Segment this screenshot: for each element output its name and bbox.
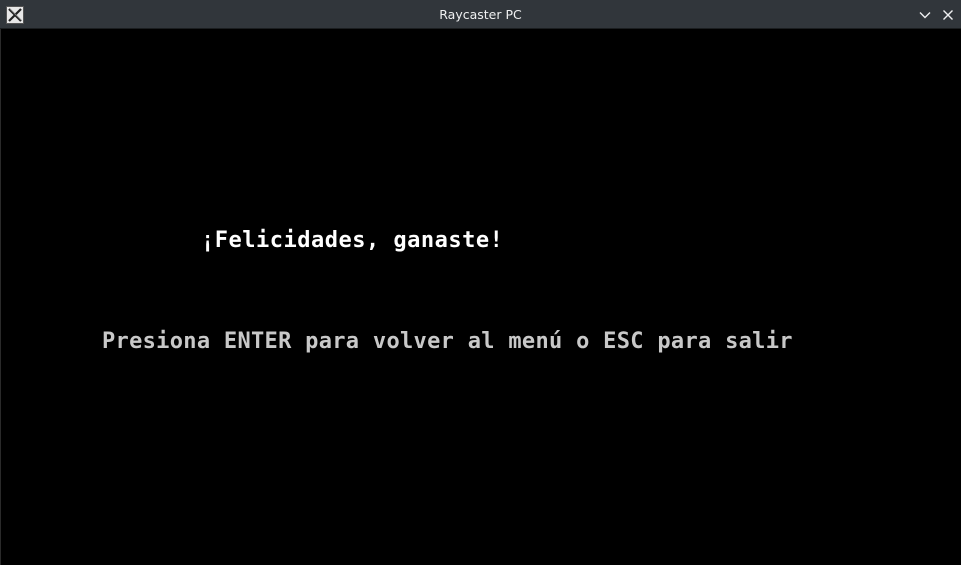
- chevron-down-icon: [919, 12, 931, 19]
- win-message: ¡Felicidades, ganaste!: [201, 228, 504, 253]
- window-title: Raycaster PC: [439, 7, 522, 22]
- instruction-text: Presiona ENTER para volver al menú o ESC…: [102, 329, 793, 354]
- close-button[interactable]: [939, 6, 957, 24]
- minimize-button[interactable]: [916, 6, 934, 24]
- app-window: Raycaster PC ¡Felicidades, ganaste! Pres…: [0, 0, 961, 565]
- title-bar[interactable]: Raycaster PC: [0, 0, 961, 29]
- game-viewport[interactable]: ¡Felicidades, ganaste! Presiona ENTER pa…: [0, 29, 961, 565]
- close-icon: [943, 10, 953, 20]
